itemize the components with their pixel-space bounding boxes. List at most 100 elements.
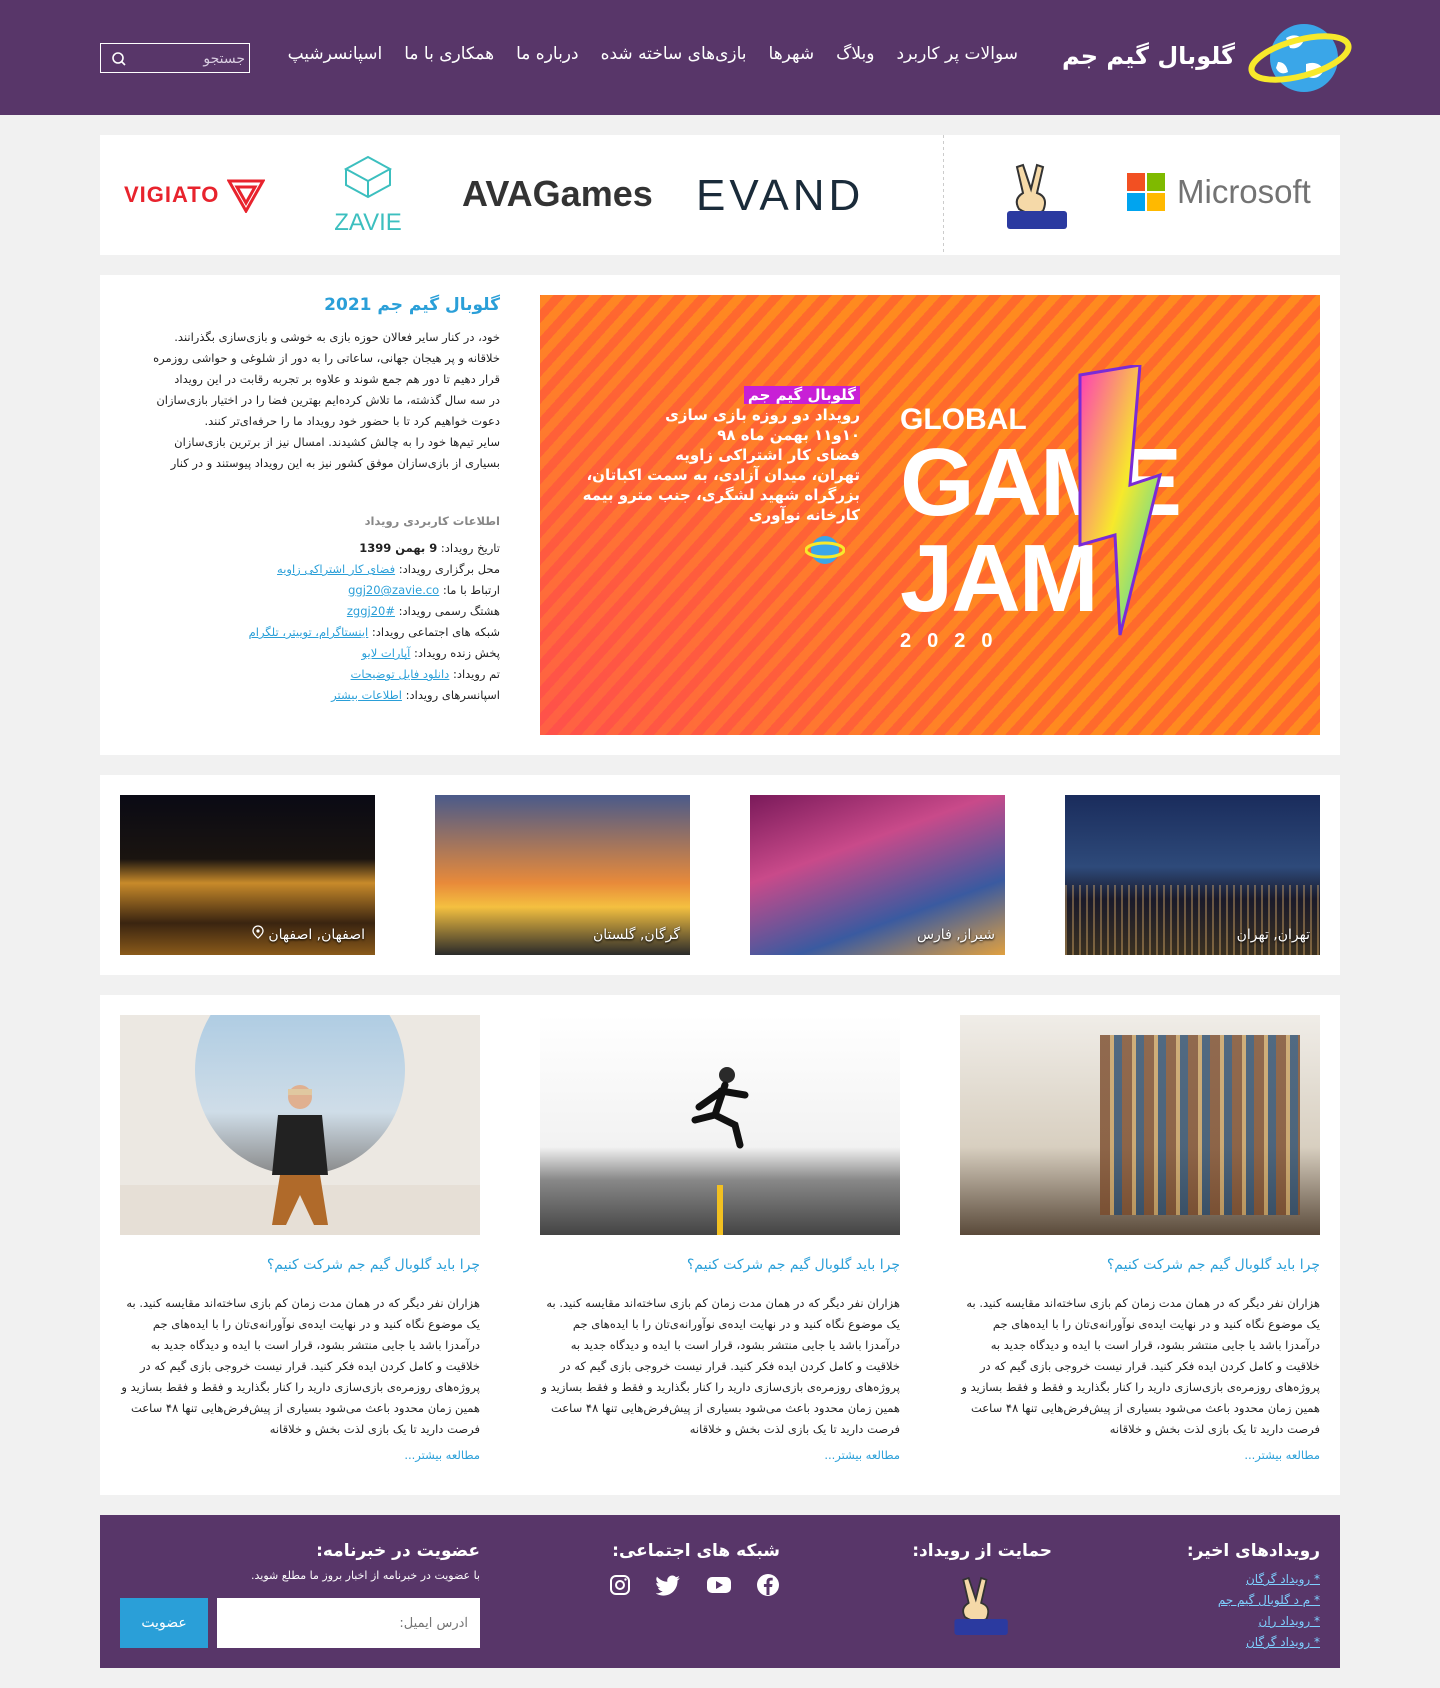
nav-cities[interactable]: شهرها [769, 44, 815, 64]
footer-newsletter: عضویت در خبرنامه: با عضویت در خبرنامه از… [120, 1541, 480, 1582]
info-live: پخش زنده رویداد: آپارات لایو [361, 646, 500, 660]
article-title[interactable]: چرا باید گلوبال گیم جم شرکت کنیم؟ [960, 1257, 1320, 1273]
info-date: تاریخ رویداد: 9 بهمن 1399 [359, 541, 500, 555]
nav-cooperate[interactable]: همکاری با ما [404, 44, 494, 64]
event-title[interactable]: گلوبال گیم جم 2021 [120, 295, 500, 315]
nav-games[interactable]: بازی‌های ساخته شده [601, 44, 747, 64]
city-card-tehran[interactable]: تهران, تهران [1065, 795, 1320, 955]
sponsor-microsoft[interactable]: Microsoft [1127, 173, 1311, 215]
recent-event-link[interactable]: * م د گلوبال گیم جم [1120, 1590, 1320, 1611]
event-poster[interactable]: گلوبال گیم جم رویداد دو روزه بازی سازی ۱… [540, 295, 1320, 735]
sponsor-zavie[interactable]: ZAVIE [328, 155, 408, 237]
sponsor-avagames[interactable]: AVAGames [462, 173, 653, 215]
articles-section: چرا باید گلوبال گیم جم شرکت کنیم؟ هزاران… [100, 995, 1340, 1495]
event-info-list: تاریخ رویداد: 9 بهمن 1399 محل برگزاری رو… [120, 538, 500, 706]
city-label: شیراز, فارس [916, 927, 995, 943]
venue-link[interactable]: فضای کار اشتراکی زاویه [277, 562, 395, 576]
email-link[interactable]: ggj20@zavie.co [348, 583, 439, 597]
search-input[interactable] [133, 46, 247, 72]
article-title[interactable]: چرا باید گلوبال گیم جم شرکت کنیم؟ [540, 1257, 900, 1273]
city-label: تهران, تهران [1236, 927, 1310, 943]
info-sponsors: اسپانسرهای رویداد: اطلاعات بیشتر [331, 688, 500, 702]
recent-events-title: رویدادهای اخیر: [1186, 1541, 1320, 1561]
recent-event-link[interactable]: * رویداد گرگان [1120, 1632, 1320, 1653]
article-body: هزاران نفر دیگر که در همان مدت زمان کم ب… [121, 1296, 480, 1436]
recent-event-link[interactable]: * رویداد ران [1120, 1611, 1320, 1632]
desc-line: خود، در کنار سایر فعالان حوزه بازی به خو… [174, 330, 500, 344]
lightning-bolt-icon [1078, 365, 1163, 636]
globe-logo-icon[interactable] [1248, 18, 1352, 98]
seated-person [272, 1085, 328, 1225]
nav-about[interactable]: درباره ما [516, 44, 579, 64]
sponsor-evand[interactable]: EVAND [696, 171, 864, 221]
nav-faq[interactable]: سوالات پر کاربرد [896, 44, 1018, 64]
location-pin-icon [252, 925, 264, 939]
newsletter-title: عضویت در خبرنامه: [316, 1541, 480, 1561]
sponsors-more-link[interactable]: اطلاعات بیشتر [331, 688, 402, 702]
sponsor-name: ZAVIE [334, 209, 402, 236]
event-info: گلوبال گیم جم 2021 خود، در کنار سایر فعا… [120, 295, 500, 706]
sponsors-strip: Microsoft EVAND AVAGames ZAVIE VIGIATO [100, 135, 1340, 255]
desc-line: خلاقانه و پر هیجان جهانی، ساعاتی را به د… [153, 351, 500, 365]
microsoft-logo-icon [1127, 173, 1165, 211]
article-card: چرا باید گلوبال گیم جم شرکت کنیم؟ هزاران… [540, 1015, 900, 1462]
supporter-logo-icon[interactable] [942, 1569, 1022, 1644]
site-title[interactable]: گلوبال گیم جم [1000, 42, 1235, 70]
info-venue: محل برگزاری رویداد: فضای کار اشتراکی زاو… [277, 562, 500, 576]
article-image[interactable] [540, 1015, 900, 1235]
social-title: شبکه های اجتماعی: [612, 1541, 780, 1561]
support-title: حمایت از رویداد: [912, 1541, 1052, 1561]
social-icons [580, 1573, 780, 1597]
desc-line: سایر تیم‌ها خود را به چالش کشیدند. امسال… [174, 435, 500, 449]
read-more-link[interactable]: مطالعه بیشتر... [120, 1448, 480, 1462]
globe-mini-icon [804, 536, 846, 564]
desc-line: دعوت خواهیم کرد تا با حضور خود رویداد ما… [204, 414, 500, 428]
sponsor-hamrah-logo-icon[interactable] [993, 157, 1083, 237]
vigiato-logo-icon [225, 179, 266, 215]
newsletter-desc: با عضویت در خبرنامه از اخبار بروز ما مطل… [251, 1569, 480, 1582]
city-card-shiraz[interactable]: شیراز, فارس [750, 795, 1005, 955]
bookshelf [1100, 1035, 1300, 1215]
nav-sponsorship[interactable]: اسپانسرشیپ [288, 44, 383, 64]
sponsor-vigiato[interactable]: VIGIATO [124, 179, 266, 215]
social-links[interactable]: اینستاگرام، توییتر، تلگرام [249, 625, 369, 639]
site-footer: رویدادهای اخیر: * رویداد گرگان * م د گلو… [100, 1515, 1340, 1668]
youtube-icon[interactable] [706, 1573, 732, 1597]
info-contact: ارتباط با ما: ggj20@zavie.co [348, 583, 500, 597]
read-more-link[interactable]: مطالعه بیشتر... [960, 1448, 1320, 1462]
nav-blog[interactable]: وبلاگ [836, 44, 874, 64]
search-icon[interactable] [111, 51, 127, 67]
city-label: اصفهان, اصفهان [252, 925, 365, 943]
article-card: چرا باید گلوبال گیم جم شرکت کنیم؟ هزاران… [120, 1015, 480, 1462]
sponsor-divider [943, 135, 944, 255]
event-panel: گلوبال گیم جم 2021 خود، در کنار سایر فعا… [100, 275, 1340, 755]
article-title[interactable]: چرا باید گلوبال گیم جم شرکت کنیم؟ [120, 1257, 480, 1273]
city-label: گرگان, گلستان [592, 927, 680, 943]
desc-line: بسیاری از بازی‌سازان موفق کشور نیز به ای… [170, 456, 500, 470]
twitter-icon[interactable] [656, 1573, 682, 1597]
facebook-icon[interactable] [756, 1573, 780, 1597]
hashtag-link[interactable]: #zggj20 [347, 604, 395, 618]
jumping-man [691, 1067, 749, 1149]
recent-event-link[interactable]: * رویداد گرگان [1120, 1569, 1320, 1590]
read-more-link[interactable]: مطالعه بیشتر... [540, 1448, 900, 1462]
poster-sponsor-logos [804, 530, 855, 620]
subscribe-button[interactable]: عضویت [120, 1598, 208, 1648]
instagram-icon[interactable] [608, 1573, 632, 1597]
newsletter-email-input[interactable] [217, 1598, 480, 1648]
city-card-isfahan[interactable]: اصفهان, اصفهان [120, 795, 375, 955]
footer-recent-events: رویدادهای اخیر: * رویداد گرگان * م د گلو… [1120, 1541, 1320, 1653]
info-social: شبکه های اجتماعی رویداد: اینستاگرام، توی… [248, 625, 500, 639]
article-body: هزاران نفر دیگر که در همان مدت زمان کم ب… [541, 1296, 900, 1436]
live-link[interactable]: آپارات لایو [362, 646, 411, 660]
article-image[interactable] [120, 1015, 480, 1235]
sponsor-name: Microsoft [1177, 173, 1311, 210]
main-nav: سوالات پر کاربرد وبلاگ شهرها بازی‌های سا… [268, 44, 1018, 64]
poster-text: گلوبال گیم جم رویداد دو روزه بازی سازی ۱… [582, 386, 860, 524]
article-body: هزاران نفر دیگر که در همان مدت زمان کم ب… [961, 1296, 1320, 1436]
article-image[interactable] [960, 1015, 1320, 1235]
theme-download-link[interactable]: دانلود فایل توضیحات [351, 667, 450, 681]
desc-line: قرار دهیم تا دور هم جمع شوند و علاوه بر … [174, 372, 500, 386]
city-card-gorgan[interactable]: گرگان, گلستان [435, 795, 690, 955]
article-card: چرا باید گلوبال گیم جم شرکت کنیم؟ هزاران… [960, 1015, 1320, 1462]
